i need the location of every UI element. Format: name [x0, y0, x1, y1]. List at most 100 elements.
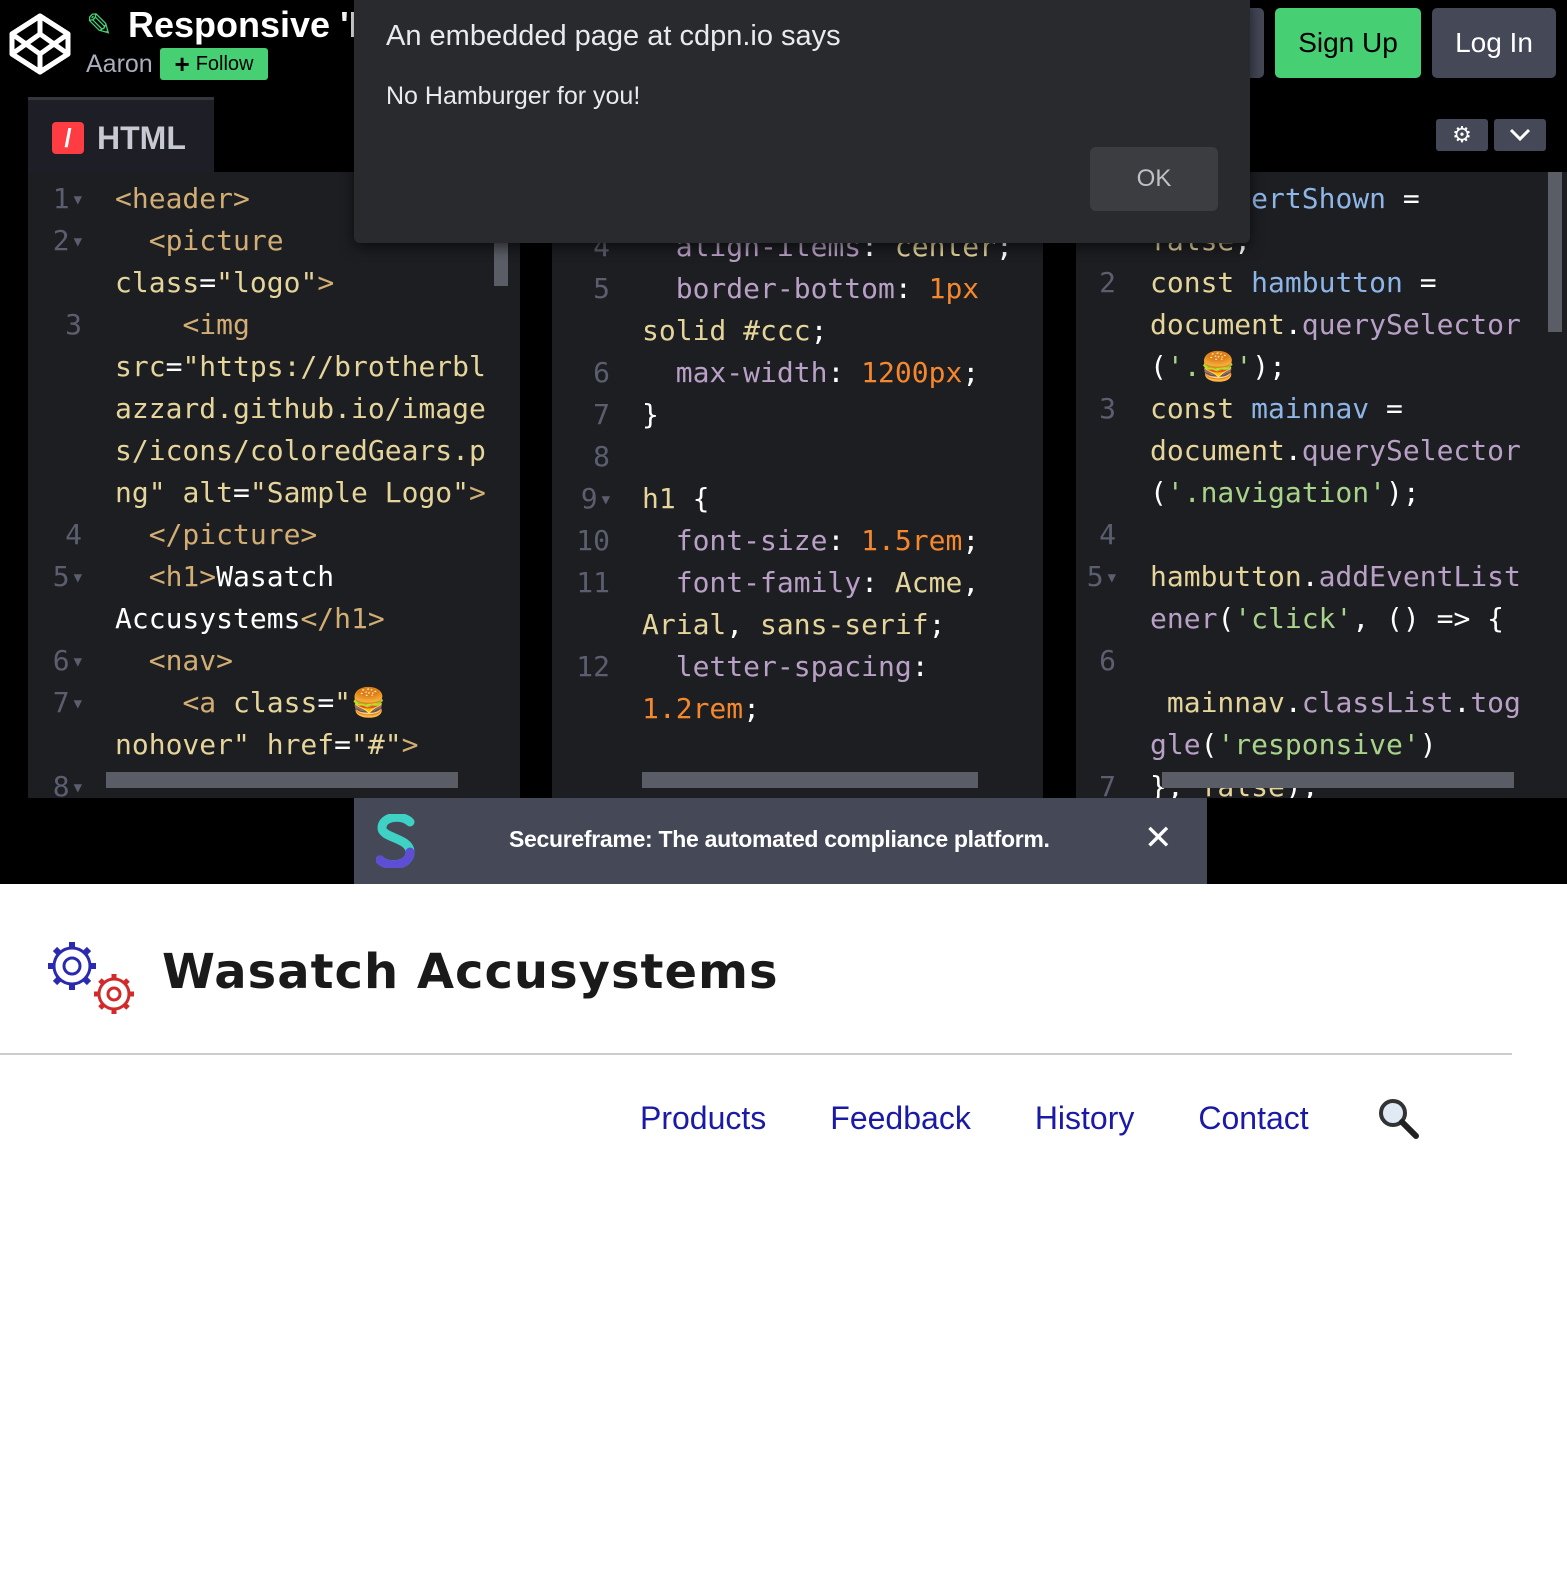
- css-horizontal-scrollbar[interactable]: [642, 772, 978, 788]
- code-line[interactable]: Accusystems</h1>: [115, 598, 385, 640]
- line-number: 8: [593, 440, 610, 473]
- code-line[interactable]: <h1>Wasatch: [115, 556, 334, 598]
- magnifier-icon[interactable]: [1376, 1096, 1420, 1140]
- collapse-button[interactable]: [1494, 119, 1546, 151]
- code-line[interactable]: ener('click', () => {: [1150, 598, 1504, 640]
- code-line[interactable]: <header>: [115, 178, 250, 220]
- tab-html[interactable]: / HTML: [28, 97, 214, 176]
- secureframe-logo-icon: [376, 814, 415, 868]
- fold-arrow-icon[interactable]: ▼: [74, 570, 82, 586]
- fold-arrow-icon[interactable]: ▼: [74, 654, 82, 670]
- author-name[interactable]: Aaron: [86, 50, 153, 79]
- line-number: 9 ▼: [580, 482, 610, 515]
- line-number: 1 ▼: [52, 182, 82, 215]
- site-title: Wasatch Accusystems: [162, 944, 779, 1000]
- line-number: 8 ▼: [52, 770, 82, 798]
- code-line[interactable]: font-family: Acme,: [642, 562, 979, 604]
- codepen-logo-icon[interactable]: [8, 12, 72, 76]
- line-number: 6: [593, 356, 610, 389]
- css-editor-panel[interactable]: 2 margin: 1rem auto;3 display: flex;4 al…: [552, 172, 1043, 798]
- settings-button[interactable]: ⚙: [1436, 119, 1488, 151]
- ad-text[interactable]: Secureframe: The automated compliance pl…: [509, 826, 1050, 853]
- code-line[interactable]: class="logo">: [115, 262, 334, 304]
- ok-button[interactable]: OK: [1090, 147, 1218, 211]
- code-line[interactable]: document.querySelector: [1150, 430, 1521, 472]
- code-line[interactable]: mainnav.classList.tog: [1150, 682, 1521, 724]
- code-line[interactable]: azzard.github.io/image: [115, 388, 486, 430]
- code-line[interactable]: ng" alt="Sample Logo">: [115, 472, 486, 514]
- line-number: 6: [1099, 644, 1116, 677]
- code-line[interactable]: ('.navigation');: [1150, 472, 1420, 514]
- header-divider: [0, 1053, 1512, 1055]
- code-line[interactable]: solid #ccc;: [642, 310, 827, 352]
- line-number: 7 ▼: [52, 686, 82, 719]
- ad-banner[interactable]: Secureframe: The automated compliance pl…: [354, 798, 1207, 884]
- line-number: 10: [576, 524, 610, 557]
- code-line[interactable]: border-bottom: 1px: [642, 268, 979, 310]
- code-line[interactable]: 1.2rem;: [642, 688, 760, 730]
- html-vertical-scrollbar[interactable]: [494, 242, 508, 286]
- line-number: 5 ▼: [52, 560, 82, 593]
- code-line[interactable]: h1 {: [642, 478, 709, 520]
- code-line[interactable]: document.querySelector: [1150, 304, 1521, 346]
- preview-frame: Wasatch Accusystems Products Feedback Hi…: [0, 884, 1567, 1587]
- line-number: 3: [1099, 392, 1116, 425]
- line-number: 11: [576, 566, 610, 599]
- line-number: 7: [593, 398, 610, 431]
- js-editor-panel[interactable]: 1let alertShown =false;2const hambutton …: [1076, 172, 1567, 798]
- code-line[interactable]: ('.🍔');: [1150, 346, 1286, 388]
- code-line[interactable]: <img: [115, 304, 249, 346]
- alert-dialog: An embedded page at cdpn.io says No Hamb…: [354, 0, 1250, 243]
- dialog-title: An embedded page at cdpn.io says: [386, 20, 841, 52]
- code-line[interactable]: s/icons/coloredGears.p: [115, 430, 486, 472]
- dialog-message: No Hamburger for you!: [386, 82, 641, 110]
- nav-link-history[interactable]: History: [1035, 1100, 1135, 1137]
- sign-up-button[interactable]: Sign Up: [1275, 8, 1421, 78]
- code-line[interactable]: const mainnav =: [1150, 388, 1403, 430]
- fold-arrow-icon[interactable]: ▼: [602, 492, 610, 508]
- code-line[interactable]: font-size: 1.5rem;: [642, 520, 979, 562]
- line-number: 4: [1099, 518, 1116, 551]
- code-line[interactable]: </picture>: [115, 514, 318, 556]
- line-number: 12: [576, 650, 610, 683]
- line-number: 5 ▼: [1086, 560, 1116, 593]
- line-number: 2: [1099, 266, 1116, 299]
- follow-label: Follow: [195, 52, 254, 75]
- code-line[interactable]: Arial, sans-serif;: [642, 604, 945, 646]
- fold-arrow-icon[interactable]: ▼: [74, 780, 82, 796]
- html-horizontal-scrollbar[interactable]: [106, 772, 458, 788]
- line-number: 6 ▼: [52, 644, 82, 677]
- fold-arrow-icon[interactable]: ▼: [74, 234, 82, 250]
- colored-gears-logo-icon: [48, 942, 134, 1014]
- js-horizontal-scrollbar[interactable]: [1162, 772, 1514, 788]
- pen-title[interactable]: Responsive 'H: [128, 4, 375, 46]
- code-line[interactable]: hambutton.addEventList: [1150, 556, 1521, 598]
- code-line[interactable]: <a class="🍔: [115, 682, 385, 724]
- code-line[interactable]: }: [642, 394, 659, 436]
- nav-link-contact[interactable]: Contact: [1198, 1100, 1308, 1137]
- code-line[interactable]: src="https://brotherbl: [115, 346, 486, 388]
- js-vertical-scrollbar[interactable]: [1548, 172, 1562, 332]
- close-icon[interactable]: ✕: [1144, 818, 1173, 858]
- edit-title-icon[interactable]: ✎: [86, 6, 113, 44]
- html-editor-panel[interactable]: 1 ▼ <header> 2 ▼ <picture class="logo"> 3 <img…: [28, 172, 520, 798]
- code-line[interactable]: <nav>: [115, 640, 233, 682]
- nav-link-feedback[interactable]: Feedback: [830, 1100, 971, 1137]
- follow-button[interactable]: + Follow: [160, 48, 268, 80]
- line-number: 3: [65, 308, 82, 341]
- nav-link-products[interactable]: Products: [640, 1100, 766, 1137]
- gear-icon: ⚙: [1452, 122, 1472, 147]
- code-line[interactable]: max-width: 1200px;: [642, 352, 979, 394]
- code-line[interactable]: nohover" href="#">: [115, 724, 418, 766]
- log-in-button[interactable]: Log In: [1432, 8, 1556, 78]
- fold-arrow-icon[interactable]: ▼: [1108, 570, 1116, 586]
- line-number: 7: [1099, 770, 1116, 798]
- chevron-down-icon: [1509, 128, 1531, 142]
- fold-arrow-icon[interactable]: ▼: [74, 192, 82, 208]
- code-line[interactable]: gle('responsive'): [1150, 724, 1437, 766]
- code-line[interactable]: <picture: [115, 220, 284, 262]
- tab-html-label: HTML: [97, 119, 186, 156]
- fold-arrow-icon[interactable]: ▼: [74, 696, 82, 712]
- code-line[interactable]: letter-spacing:: [642, 646, 929, 688]
- code-line[interactable]: const hambutton =: [1150, 262, 1437, 304]
